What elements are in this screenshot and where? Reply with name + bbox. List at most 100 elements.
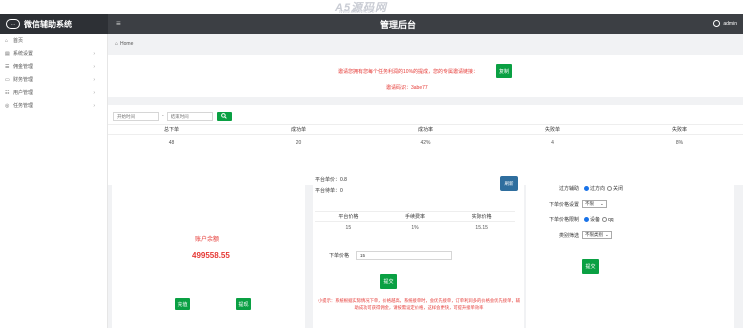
main-content: ⌂ Home 邀请您拥有您每个任务利润的10%的提成，您的专属邀请链接： 复制 … <box>108 34 743 328</box>
sidebar-item-label: 任务管理 <box>13 103 34 109</box>
settings-icon: ▤ <box>5 50 10 57</box>
order-tip: 小提示：系统根据实际情况下单，价格越高，系统接单时，会优先接单，订单利润多的价格… <box>318 298 520 310</box>
app-name: 微信辅助系统 <box>24 19 72 29</box>
category-value: 不限类别 <box>585 232 603 237</box>
sidebar-item-users[interactable]: ☷ 用户管理 › <box>0 86 107 99</box>
radio-assist-off[interactable] <box>607 186 613 191</box>
value-actual-price: 15.15 <box>475 225 488 231</box>
sidebar-item-tasks[interactable]: ◎ 任务管理 › <box>0 99 107 112</box>
chevron-right-icon: › <box>93 76 95 83</box>
radio-assist-off-label: 关闭 <box>613 186 624 192</box>
recharge-button[interactable]: 充值 <box>175 298 190 310</box>
home-icon: ⌂ <box>5 37 9 44</box>
refresh-button[interactable]: 刷新 <box>500 176 518 191</box>
balance-value: 499558.55 <box>192 251 230 260</box>
sidebar-item-finance[interactable]: ▭ 财务管理 › <box>0 73 107 86</box>
header-platform-price: 平台价格 <box>338 214 359 220</box>
header-fail: 失败单 <box>544 127 560 133</box>
start-date-input[interactable] <box>113 111 159 121</box>
order-panel: 平台单价：0.8 平台待单：0 刷新 平台价格 手续费率 实际价格 15 1% … <box>313 171 524 328</box>
price-setting-value: 不限 <box>585 201 594 206</box>
price-setting-row: 下单价格设置 不限 ⌄ <box>535 200 607 208</box>
chevron-right-icon: › <box>93 89 95 96</box>
sidebar-item-system-settings[interactable]: ▤ 系统设置 › <box>0 47 107 60</box>
order-submit-button[interactable]: 提交 <box>380 274 397 289</box>
radio-device[interactable] <box>584 217 589 222</box>
settings-panel: 过方辅助 过方向 关闭 下单价格设置 不限 ⌄ 下单价格限制 设备 qq 类别筛… <box>526 171 734 328</box>
sidebar-item-commission[interactable]: ☰ 佣金管理 › <box>0 60 107 73</box>
finance-icon: ▭ <box>5 76 10 83</box>
platform-price: 平台单价：0.8 <box>315 177 347 183</box>
end-date-input[interactable] <box>166 111 213 121</box>
price-table: 平台价格 手续费率 实际价格 15 1% 15.15 <box>315 211 515 234</box>
watermark: A5源码网 www.dkewl.com <box>0 0 743 15</box>
user-icon <box>713 20 721 27</box>
value-fail-rate: 8% <box>675 139 684 146</box>
chevron-down-icon: ⌄ <box>605 232 609 237</box>
order-price-form: 下单价格 <box>329 251 453 260</box>
value-success: 20 <box>295 139 302 146</box>
category-label: 类别筛选 <box>558 232 579 239</box>
breadcrumb-home[interactable]: Home <box>120 41 133 47</box>
value-total: 48 <box>168 139 175 146</box>
order-price-label: 下单价格 <box>329 253 350 259</box>
value-success-rate: 42% <box>420 139 431 146</box>
stats-header: 总下单 成功单 成功率 失败单 失败率 <box>108 124 743 135</box>
users-icon: ☷ <box>5 89 10 96</box>
category-select[interactable]: 不限类别 ⌄ <box>582 231 612 239</box>
chevron-down-icon: ⌄ <box>600 201 604 206</box>
sidebar-item-label: 首页 <box>13 38 24 44</box>
settings-submit-button[interactable]: 提交 <box>582 259 599 274</box>
radio-assist-on-label: 过方向 <box>590 186 606 192</box>
date-separator: - <box>162 113 164 119</box>
sidebar-item-label: 系统设置 <box>13 51 34 57</box>
value-fee-rate: 1% <box>411 225 419 231</box>
invite-code: 邀请码识：3abe77 <box>386 85 428 91</box>
sidebar-item-label: 佣金管理 <box>13 64 34 70</box>
price-table-header: 平台价格 手续费率 实际价格 <box>315 211 515 222</box>
list-icon: ☰ <box>5 63 10 70</box>
radio-qq[interactable] <box>602 217 608 222</box>
task-icon: ◎ <box>5 102 10 109</box>
header-fee-rate: 手续费率 <box>405 214 426 220</box>
copy-button[interactable]: 复制 <box>496 64 512 78</box>
value-fail: 4 <box>551 139 554 146</box>
price-setting-label: 下单价格设置 <box>548 201 579 208</box>
radio-assist-on[interactable] <box>584 186 589 191</box>
invite-text: 邀请您拥有您每个任务利润的10%的提成，您的专属邀请链接： <box>338 69 479 75</box>
top-navbar: … 微信辅助系统 ≡ 管理后台 admin <box>0 14 743 34</box>
radio-qq-label: qq <box>608 216 614 223</box>
table-row: 48 20 42% 4 8% <box>108 136 743 149</box>
order-price-input[interactable] <box>356 251 453 260</box>
header-success-rate: 成功率 <box>417 127 433 133</box>
account-panel: 账户余额 499558.55 充值 提现 <box>112 171 305 328</box>
header-actual-price: 实际价格 <box>471 214 492 220</box>
table-row: 15 1% 15.15 <box>315 222 515 234</box>
assist-label: 过方辅助 <box>558 186 579 192</box>
radio-device-label: 设备 <box>590 217 601 223</box>
category-row: 类别筛选 不限类别 ⌄ <box>535 231 612 239</box>
sidebar-item-home[interactable]: ⌂ 首页 <box>0 34 107 47</box>
price-setting-select[interactable]: 不限 ⌄ <box>582 200 607 208</box>
search-icon <box>221 113 227 119</box>
platform-pending: 平台待单：0 <box>315 188 343 194</box>
header-fail-rate: 失败率 <box>671 127 687 133</box>
chevron-right-icon: › <box>93 50 95 57</box>
balance-label: 账户余额 <box>195 237 220 243</box>
price-limit-row: 下单价格限制 设备 qq <box>535 216 614 224</box>
chevron-right-icon: › <box>93 63 95 70</box>
price-limit-label: 下单价格限制 <box>548 217 579 223</box>
user-menu[interactable]: admin <box>713 20 737 27</box>
home-icon: ⌂ <box>115 41 119 47</box>
brand[interactable]: … 微信辅助系统 <box>0 14 108 34</box>
breadcrumb: ⌂ Home <box>108 34 743 54</box>
user-name: admin <box>723 20 737 27</box>
menu-toggle-icon[interactable]: ≡ <box>116 19 121 28</box>
search-button[interactable] <box>216 111 232 121</box>
value-platform-price: 15 <box>345 225 352 231</box>
assist-row: 过方辅助 过方向 关闭 <box>535 185 623 192</box>
sidebar-item-label: 用户管理 <box>13 90 34 96</box>
withdraw-button[interactable]: 提现 <box>236 298 251 310</box>
header-total: 总下单 <box>163 127 179 133</box>
chevron-right-icon: › <box>93 102 95 109</box>
